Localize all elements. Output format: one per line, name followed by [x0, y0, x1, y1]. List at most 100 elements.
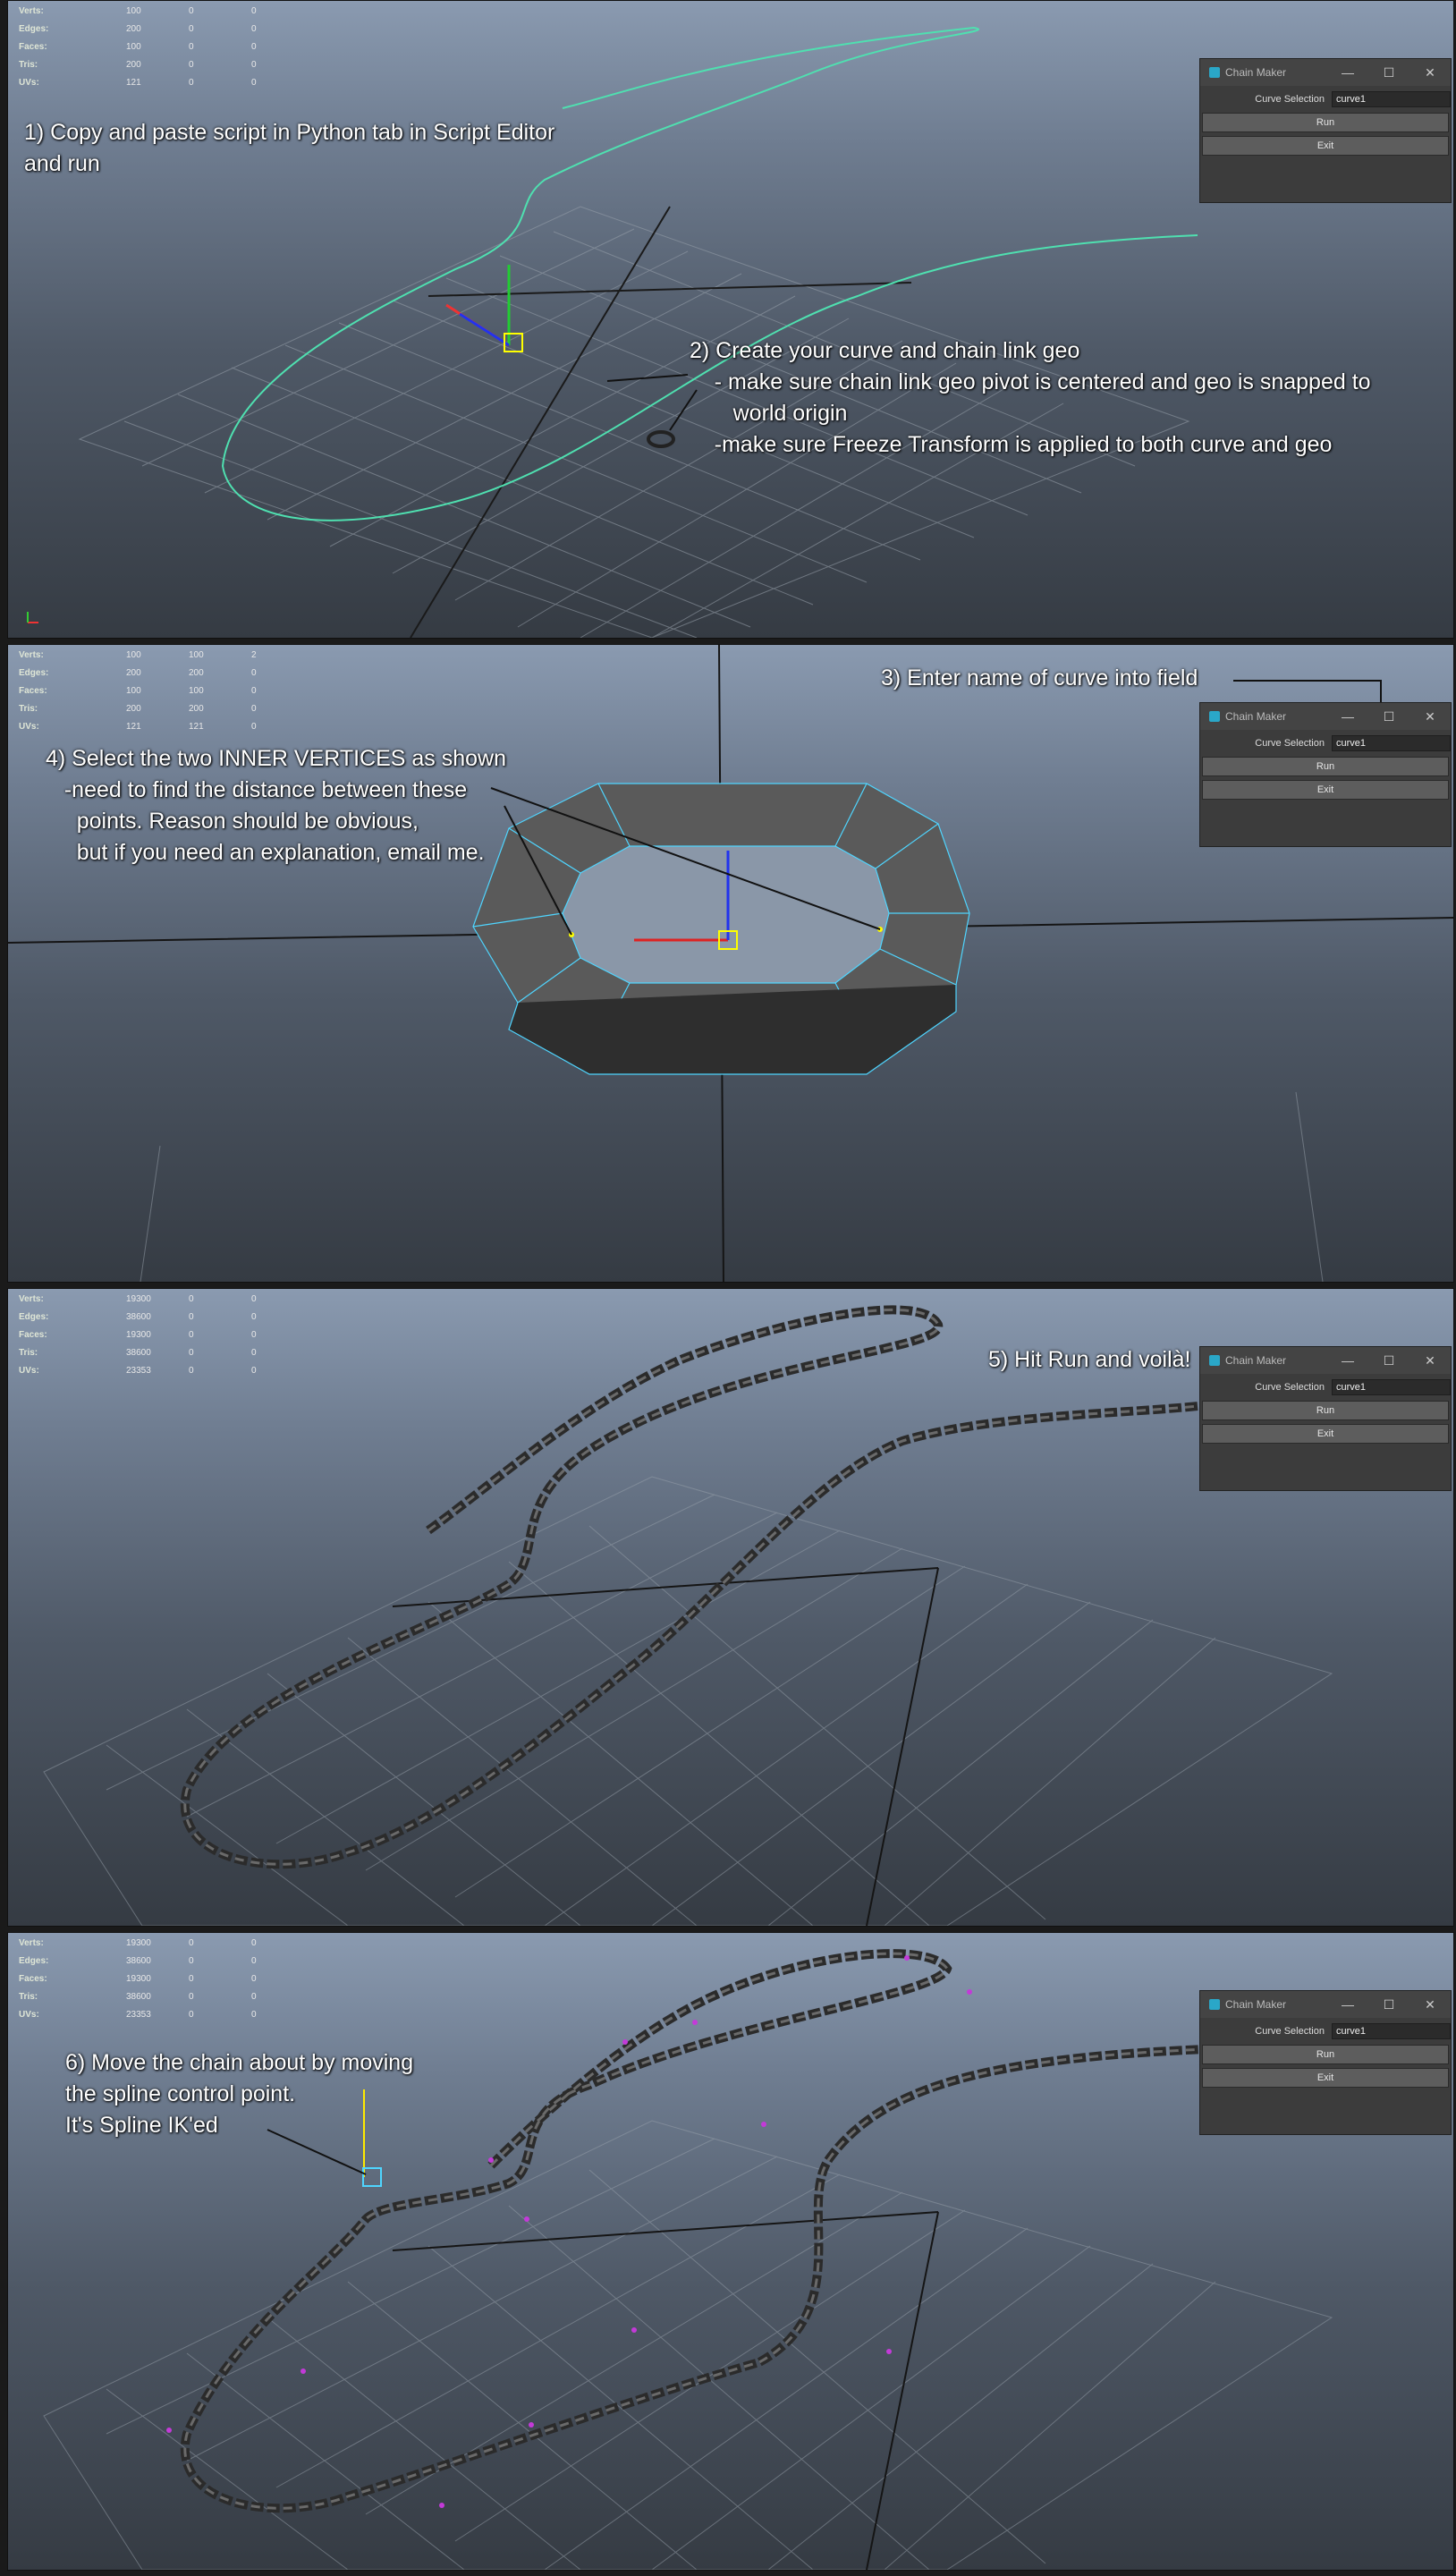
- grid-axes: [392, 2211, 939, 2570]
- hud-value: 121: [126, 722, 141, 732]
- hud-value: 0: [189, 1956, 194, 1966]
- hud-value: 0: [251, 2010, 257, 2020]
- hud-label: Verts:: [19, 1294, 44, 1304]
- hud-value: 0: [189, 60, 194, 70]
- maximize-button[interactable]: ☐: [1368, 1997, 1409, 2012]
- hud-value: 100: [126, 42, 141, 52]
- poly-count-hud: Verts: 100 0 0 Edges: 200 0 0 Faces: 100 0 0 Tris: 20…: [19, 3, 314, 92]
- hud-label: Tris:: [19, 60, 38, 70]
- hud-value: 0: [189, 42, 194, 52]
- exit-button[interactable]: Exit: [1202, 2068, 1449, 2088]
- exit-button[interactable]: Exit: [1202, 136, 1449, 156]
- viewport-panel-1[interactable]: Verts: 100 0 0 Edges: 200 0 0 Faces: 100 0 0 Tris: 20…: [7, 0, 1454, 639]
- hud-label: Faces:: [19, 686, 47, 696]
- chain-maker-dialog[interactable]: Chain Maker — ☐ ✕ Curve Selection curve1…: [1199, 58, 1452, 203]
- view-axis-icon: [24, 608, 42, 629]
- hud-label: Edges:: [19, 24, 49, 34]
- hud-value: 0: [251, 6, 257, 16]
- dialog-title: Chain Maker: [1225, 710, 1287, 723]
- run-button[interactable]: Run: [1202, 757, 1449, 776]
- close-button[interactable]: ✕: [1409, 1997, 1451, 2012]
- hud-value: 19300: [126, 1294, 151, 1304]
- exit-button[interactable]: Exit: [1202, 780, 1449, 800]
- chain-maker-dialog[interactable]: Chain Maker — ☐ ✕ Curve Selection curve1…: [1199, 702, 1452, 847]
- hud-value: 0: [251, 1348, 257, 1358]
- dialog-titlebar[interactable]: Chain Maker — ☐ ✕: [1200, 1991, 1451, 2018]
- dialog-titlebar[interactable]: Chain Maker — ☐ ✕: [1200, 703, 1451, 730]
- hud-value: 0: [189, 1330, 194, 1340]
- run-button[interactable]: Run: [1202, 2045, 1449, 2064]
- hud-value: 0: [189, 2010, 194, 2020]
- hud-value: 0: [251, 1956, 257, 1966]
- hud-value: 200: [126, 60, 141, 70]
- run-button[interactable]: Run: [1202, 1401, 1449, 1420]
- hud-label: UVs:: [19, 78, 39, 88]
- maximize-button[interactable]: ☐: [1368, 1353, 1409, 1368]
- viewport-panel-2[interactable]: Verts: 100 100 2 Edges: 200 200 0 Faces: 100 100 0 T…: [7, 644, 1454, 1283]
- hud-value: 0: [251, 1330, 257, 1340]
- close-button[interactable]: ✕: [1409, 65, 1451, 80]
- hud-label: Tris:: [19, 704, 38, 714]
- curve-selection-field[interactable]: curve1: [1331, 1379, 1451, 1395]
- maximize-button[interactable]: ☐: [1368, 709, 1409, 724]
- exit-button[interactable]: Exit: [1202, 1424, 1449, 1444]
- maya-app-icon: [1209, 1999, 1220, 2010]
- hud-label: Verts:: [19, 650, 44, 660]
- hud-value: 0: [189, 1312, 194, 1322]
- hud-row: Edges: 200 200 0: [19, 665, 314, 682]
- annotation-step-5: 5) Hit Run and voilà!: [988, 1347, 1191, 1372]
- curve-selection-field[interactable]: curve1: [1331, 735, 1451, 751]
- hud-value: 0: [251, 24, 257, 34]
- move-z-axis: [459, 312, 510, 347]
- minimize-button[interactable]: —: [1327, 65, 1368, 80]
- hud-value: 38600: [126, 1956, 151, 1966]
- maya-app-icon: [1209, 1355, 1220, 1366]
- chain-maker-dialog[interactable]: Chain Maker — ☐ ✕ Curve Selection curve1…: [1199, 1346, 1452, 1491]
- hud-value: 200: [189, 668, 204, 678]
- dialog-titlebar[interactable]: Chain Maker — ☐ ✕: [1200, 59, 1451, 86]
- hud-value: 0: [251, 704, 257, 714]
- viewport-panel-4[interactable]: Verts: 19300 0 0 Edges: 38600 0 0 Faces: 19300 0 0 T…: [7, 1932, 1454, 2571]
- grid-lines: [140, 1091, 1324, 1282]
- hud-value: 0: [251, 1992, 257, 2002]
- chain-link-geo: [647, 430, 675, 448]
- hud-label: Faces:: [19, 42, 47, 52]
- hud-label: UVs:: [19, 722, 39, 732]
- hud-value: 0: [251, 78, 257, 88]
- viewport-panel-3[interactable]: Verts: 19300 0 0 Edges: 38600 0 0 Faces: 19300 0 0 T…: [7, 1288, 1454, 1927]
- hud-row: Edges: 38600 0 0: [19, 1309, 314, 1326]
- hud-value: 200: [126, 24, 141, 34]
- hud-value: 121: [126, 78, 141, 88]
- close-button[interactable]: ✕: [1409, 1353, 1451, 1368]
- hud-value: 0: [251, 1294, 257, 1304]
- hud-value: 0: [251, 1974, 257, 1984]
- hud-value: 100: [189, 650, 204, 660]
- hud-value: 100: [126, 650, 141, 660]
- hud-label: UVs:: [19, 1366, 39, 1376]
- curve-selection-field[interactable]: curve1: [1331, 2023, 1451, 2039]
- poly-count-hud: Verts: 19300 0 0 Edges: 38600 0 0 Faces: 19300 0 0 T…: [19, 1935, 314, 2024]
- hud-value: 100: [126, 6, 141, 16]
- run-button[interactable]: Run: [1202, 113, 1449, 132]
- close-button[interactable]: ✕: [1409, 709, 1451, 724]
- hud-value: 0: [251, 722, 257, 732]
- minimize-button[interactable]: —: [1327, 1997, 1368, 2012]
- dialog-title: Chain Maker: [1225, 1998, 1287, 2011]
- hud-value: 0: [251, 42, 257, 52]
- chain-maker-dialog[interactable]: Chain Maker — ☐ ✕ Curve Selection curve1…: [1199, 1990, 1452, 2135]
- hud-value: 0: [251, 1312, 257, 1322]
- minimize-button[interactable]: —: [1327, 709, 1368, 724]
- minimize-button[interactable]: —: [1327, 1353, 1368, 1368]
- hud-row: Tris: 38600 0 0: [19, 1988, 314, 2006]
- maximize-button[interactable]: ☐: [1368, 65, 1409, 80]
- hud-value: 38600: [126, 1992, 151, 2002]
- curve-selection-label: Curve Selection: [1255, 2026, 1325, 2037]
- annotation-step-2: 2) Create your curve and chain link geo …: [690, 338, 1371, 457]
- hud-value: 121: [189, 722, 204, 732]
- poly-count-hud: Verts: 100 100 2 Edges: 200 200 0 Faces: 100 100 0 T…: [19, 647, 314, 736]
- curve-selection-field[interactable]: curve1: [1331, 91, 1451, 107]
- dialog-title: Chain Maker: [1225, 66, 1287, 79]
- annotation-pointer: [606, 374, 698, 431]
- hud-value: 0: [189, 1992, 194, 2002]
- dialog-titlebar[interactable]: Chain Maker — ☐ ✕: [1200, 1347, 1451, 1374]
